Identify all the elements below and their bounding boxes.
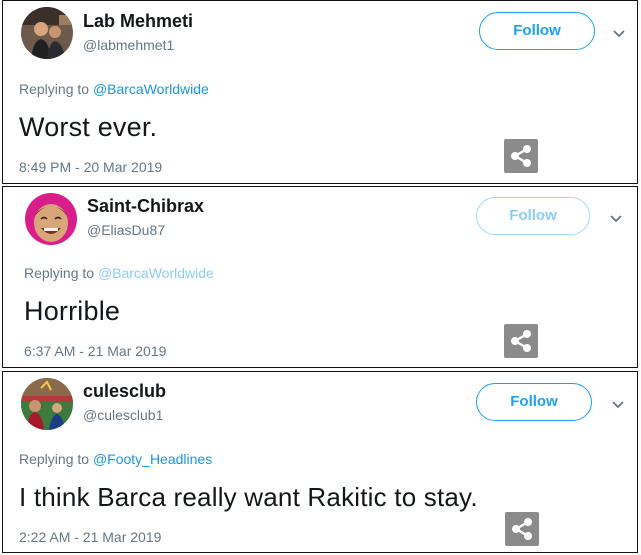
follow-button[interactable]: Follow — [479, 12, 595, 50]
tweet-card: culesclub @culesclub1 Follow Replying to… — [2, 371, 638, 553]
laughing-man-icon — [25, 193, 77, 245]
avatar[interactable] — [21, 7, 73, 59]
avatar[interactable] — [25, 193, 77, 245]
user-handle[interactable]: @labmehmet1 — [83, 37, 174, 53]
user-photo-icon — [21, 7, 73, 59]
timestamp[interactable]: 2:22 AM - 21 Mar 2019 — [19, 529, 161, 545]
tweet-text: Horrible — [24, 296, 121, 326]
chevron-down-icon[interactable] — [610, 25, 628, 43]
timestamp[interactable]: 6:37 AM - 21 Mar 2019 — [24, 343, 166, 359]
share-button[interactable] — [504, 139, 538, 173]
chevron-down-icon[interactable] — [609, 396, 627, 414]
share-button[interactable] — [505, 512, 539, 546]
share-icon — [511, 330, 531, 352]
display-name[interactable]: culesclub — [83, 381, 166, 402]
mention-link[interactable]: @BarcaWorldwide — [98, 265, 214, 281]
replying-prefix: Replying to — [19, 81, 90, 97]
replying-to: Replying to @BarcaWorldwide — [19, 81, 209, 97]
tweet-card: Saint-Chibrax @EliasDu87 Follow Replying… — [2, 186, 638, 368]
user-handle[interactable]: @EliasDu87 — [87, 222, 165, 238]
mention-link[interactable]: @Footy_Headlines — [93, 451, 212, 467]
tweet-card: Lab Mehmeti @labmehmet1 Follow Replying … — [2, 0, 638, 184]
share-button[interactable] — [504, 324, 538, 358]
replying-to: Replying to @Footy_Headlines — [19, 451, 212, 467]
replying-prefix: Replying to — [19, 451, 90, 467]
chevron-down-icon[interactable] — [607, 210, 625, 228]
mention-link[interactable]: @BarcaWorldwide — [93, 81, 209, 97]
avatar[interactable] — [21, 378, 73, 430]
display-name[interactable]: Saint-Chibrax — [87, 196, 204, 217]
tweet-text: I think Barca really want Rakitic to sta… — [19, 482, 478, 512]
share-icon — [512, 518, 532, 540]
display-name[interactable]: Lab Mehmeti — [83, 11, 193, 32]
follow-button[interactable]: Follow — [476, 383, 592, 421]
follow-button[interactable]: Follow — [476, 197, 590, 235]
timestamp[interactable]: 8:49 PM - 20 Mar 2019 — [19, 159, 162, 175]
replying-to: Replying to @BarcaWorldwide — [24, 265, 214, 281]
replying-prefix: Replying to — [24, 265, 95, 281]
tweet-text: Worst ever. — [19, 112, 158, 142]
share-icon — [511, 145, 531, 167]
football-crowd-icon — [21, 378, 73, 430]
user-handle[interactable]: @culesclub1 — [83, 407, 163, 423]
